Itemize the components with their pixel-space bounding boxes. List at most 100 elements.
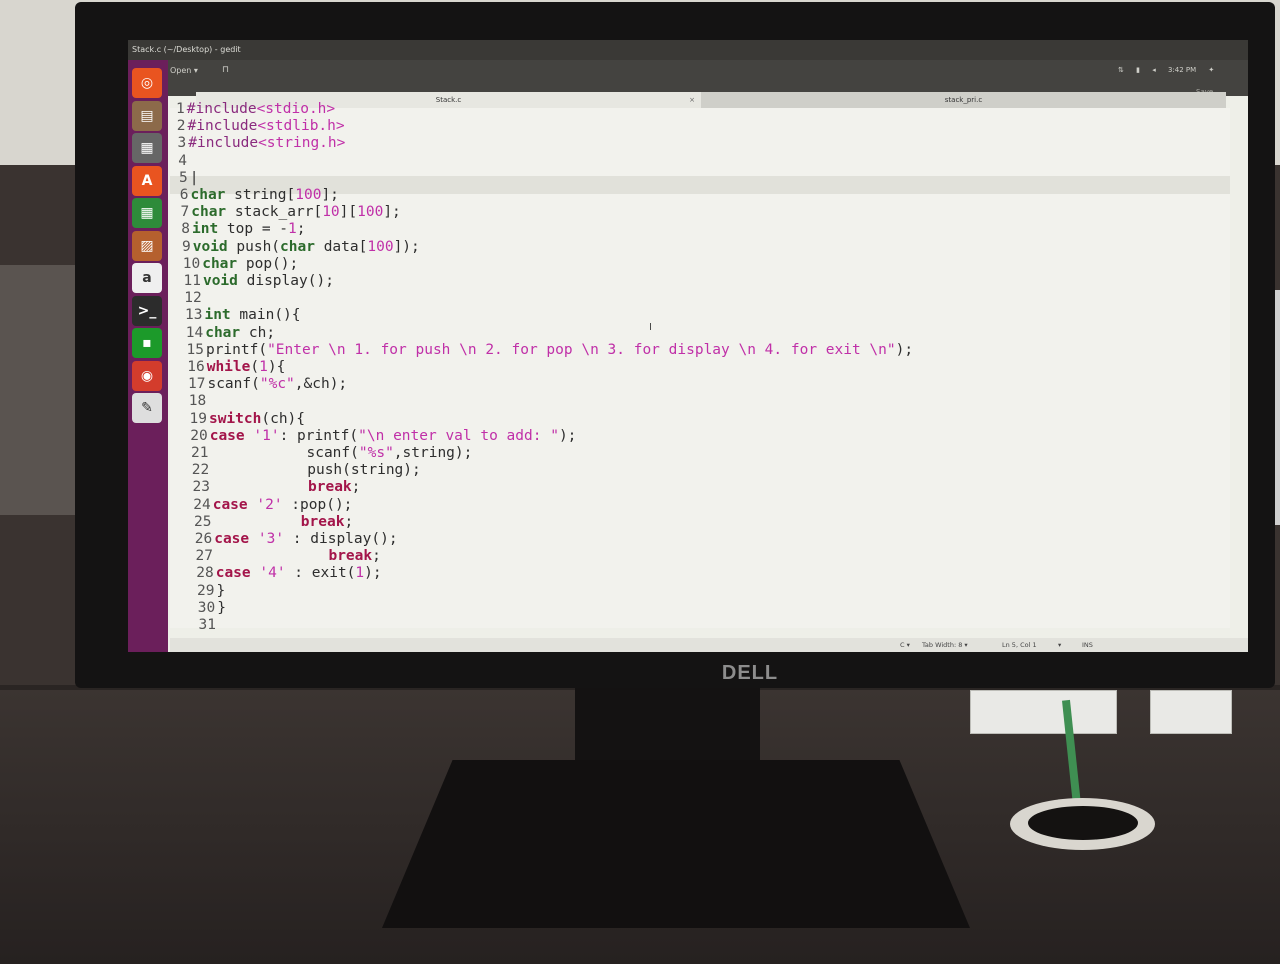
line-number: 8 xyxy=(181,221,190,238)
code-token: 100 xyxy=(357,204,384,221)
line-number: 27 xyxy=(195,548,213,565)
code-line[interactable]: 3 #include<string.h> xyxy=(178,134,346,152)
code-line[interactable]: 15 printf("Enter \n 1. for push \n 2. for… xyxy=(187,341,914,359)
line-number: 23 xyxy=(192,479,210,496)
code-token: "%s" xyxy=(358,445,394,461)
line-number: 22 xyxy=(191,462,210,479)
line-number: 7 xyxy=(180,204,190,221)
code-line[interactable]: 7 char stack_arr[10][100]; xyxy=(181,203,401,221)
code-line[interactable]: 21 scanf("%s",string); xyxy=(191,444,472,462)
pin-icon[interactable]: ⊓ xyxy=(222,65,229,75)
code-line[interactable]: 5 | xyxy=(179,169,198,187)
chrome-icon[interactable]: ◉ xyxy=(132,360,162,391)
cursor-position[interactable]: Ln 5, Col 1 xyxy=(1002,638,1037,652)
code-token: 1 xyxy=(259,359,268,375)
chip-icon[interactable]: ▪ xyxy=(132,328,162,358)
code-line[interactable]: 8 int top = -1; xyxy=(181,220,305,238)
code-token: 100 xyxy=(367,238,394,255)
code-token: '4' xyxy=(259,565,286,582)
presentation-icon[interactable]: ▨ xyxy=(132,230,162,261)
code-line[interactable]: 13 int main(){ xyxy=(185,306,301,324)
code-line[interactable]: 1 #include<stdio.h> xyxy=(176,100,335,118)
code-token: "Enter \n 1. for push \n 2. for pop \n 3… xyxy=(267,341,896,358)
line-number: 4 xyxy=(178,152,187,169)
line-number: 11 xyxy=(183,273,201,289)
code-line[interactable]: 10 char pop(); xyxy=(183,255,299,273)
amazon-icon[interactable]: a xyxy=(132,263,162,293)
code-line[interactable]: 31 xyxy=(199,616,218,634)
code-token: printf( xyxy=(205,341,268,358)
code-line[interactable]: 12 xyxy=(184,289,203,307)
code-token: ); xyxy=(364,565,382,582)
code-line[interactable]: 28 case '4' : exit(1); xyxy=(196,564,381,582)
line-number: 29 xyxy=(197,582,215,599)
code-line[interactable]: 4 xyxy=(178,152,189,170)
code-token: break xyxy=(308,479,352,496)
insert-mode[interactable]: INS xyxy=(1082,638,1093,652)
chevron-down-icon[interactable]: ▾ xyxy=(1058,638,1061,652)
files-icon[interactable]: ▤ xyxy=(132,100,162,131)
ubuntu-icon[interactable]: ◎ xyxy=(132,68,162,98)
code-token: } xyxy=(217,599,226,616)
document-icon[interactable]: ▦ xyxy=(132,133,162,163)
code-line[interactable]: 20 case '1': printf("\n enter val to add:… xyxy=(190,427,576,445)
code-token: ]; xyxy=(383,204,401,221)
line-number: 21 xyxy=(191,445,209,461)
code-line[interactable]: 18 xyxy=(189,392,208,410)
volume-icon[interactable]: ◂ xyxy=(1152,66,1156,74)
code-token: <string.h> xyxy=(258,135,346,152)
code-token: '3' xyxy=(257,531,285,547)
code-line[interactable]: 24 case '2' :pop(); xyxy=(193,496,352,514)
line-number: 24 xyxy=(193,496,211,513)
code-line[interactable]: 19 switch(ch){ xyxy=(190,410,306,428)
tab-stack-pri-c[interactable]: stack_pri.c xyxy=(701,92,1226,108)
monitor-brand-logo: DELL xyxy=(721,662,779,684)
code-line[interactable]: 16 while(1){ xyxy=(187,358,285,376)
spreadsheet-icon[interactable]: ▦ xyxy=(132,198,162,228)
code-line[interactable]: 9 void push(char data[100]); xyxy=(182,238,420,256)
code-token: top = - xyxy=(218,221,289,238)
clock[interactable]: 3:42 PM xyxy=(1168,66,1196,74)
code-line[interactable]: 17 scanf("%c",&ch); xyxy=(188,375,347,393)
tab-width-selector[interactable]: Tab Width: 8 ▾ xyxy=(922,638,968,652)
code-line[interactable]: 22 push(string); xyxy=(192,461,421,479)
line-number: 30 xyxy=(197,599,216,616)
battery-icon[interactable]: ▮ xyxy=(1136,66,1140,74)
tab-bar: Stack.c × stack_pri.c xyxy=(196,92,1226,108)
launcher: ◎ ▤ ▦ A ▦ ▨ a >_ ▪ ◉ ✎ xyxy=(128,60,168,652)
code-token: ( xyxy=(250,359,260,375)
code-token: void xyxy=(202,273,238,289)
line-number: 15 xyxy=(186,341,204,358)
keyboard-icon[interactable]: ⇅ xyxy=(1118,66,1124,74)
software-center-icon[interactable]: A xyxy=(132,165,162,196)
code-line[interactable]: 2 #include<stdlib.h> xyxy=(177,117,345,135)
open-button[interactable]: Open ▾ xyxy=(170,66,198,75)
code-token: ; xyxy=(344,513,354,530)
code-line[interactable]: 11 void display(); xyxy=(184,272,334,290)
language-selector[interactable]: C ▾ xyxy=(900,638,910,652)
gear-icon[interactable]: ✦ xyxy=(1208,66,1214,74)
code-line[interactable]: 6 char string[100]; xyxy=(180,186,339,204)
line-number: 1 xyxy=(176,101,185,117)
line-number: 26 xyxy=(194,531,213,547)
code-line[interactable]: 14 char ch; xyxy=(186,324,275,342)
text-editor-icon[interactable]: ✎ xyxy=(132,393,162,423)
code-token: : exit( xyxy=(285,565,356,582)
code-line[interactable]: 25 break; xyxy=(194,513,353,531)
code-token: char xyxy=(190,187,226,203)
code-line[interactable]: 23 break; xyxy=(193,478,361,496)
code-line[interactable]: 30} xyxy=(198,599,226,617)
code-token: ]); xyxy=(393,238,420,255)
code-token: char xyxy=(280,238,315,255)
code-line[interactable]: 26 case '3' : display(); xyxy=(195,530,398,548)
code-line[interactable]: 27 break; xyxy=(196,547,381,565)
line-number: 31 xyxy=(198,617,216,633)
close-icon[interactable]: × xyxy=(689,92,695,108)
code-line[interactable]: 29} xyxy=(197,582,225,600)
code-token: ; xyxy=(296,221,306,238)
code-token: ; xyxy=(372,548,381,565)
code-token: 1 xyxy=(355,565,365,582)
code-token: ,&ch); xyxy=(294,376,348,393)
terminal-icon[interactable]: >_ xyxy=(132,295,162,326)
